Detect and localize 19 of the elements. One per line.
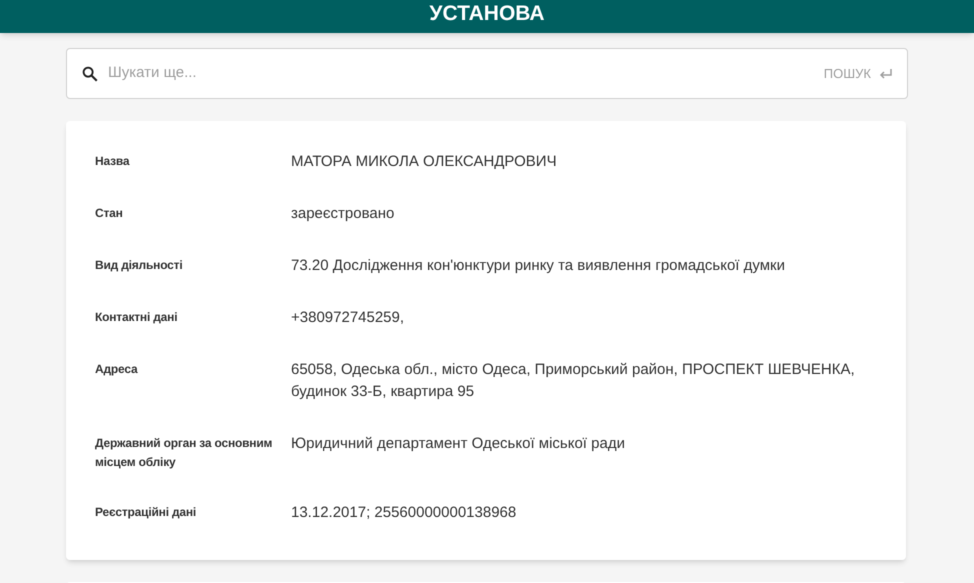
field-label: Контактні дані <box>95 309 178 326</box>
field-value: Юридичний департамент Одеської міської ради <box>291 434 626 454</box>
field-value: 13.12.2017; 25560000000138968 <box>291 503 518 523</box>
search-button[interactable]: ПОШУК <box>824 64 893 84</box>
field-value: 65058, Одеська обл., місто Одеса, Приморський район, ПРОСПЕКТ ШЕВЧЕНКА, будинок 33-Б, квартира 95 <box>291 360 856 402</box>
field-label: Стан <box>95 205 124 222</box>
field-value: 73.20 Дослідження кон'юнктури ринку та виявлення громадської думки <box>291 256 786 276</box>
search-field[interactable]: Шукати ще... ПОШУК <box>66 48 908 99</box>
enter-icon <box>879 68 893 80</box>
field-value: +380972745259, <box>291 308 406 328</box>
field-label: Назва <box>95 153 131 170</box>
page-title: УСТАНОВА <box>429 2 545 27</box>
field-value: зареєстровано <box>291 204 396 224</box>
search-icon <box>81 64 99 82</box>
field-value: МАТОРА МИКОЛА ОЛЕКСАНДРОВИЧ <box>291 152 558 172</box>
field-label: Адреса <box>95 361 139 378</box>
field-label: Реєстраційні дані <box>95 504 198 521</box>
field-label: Вид діяльності <box>95 257 184 274</box>
field-label: Державний орган за основним місцем обліку <box>95 435 274 471</box>
